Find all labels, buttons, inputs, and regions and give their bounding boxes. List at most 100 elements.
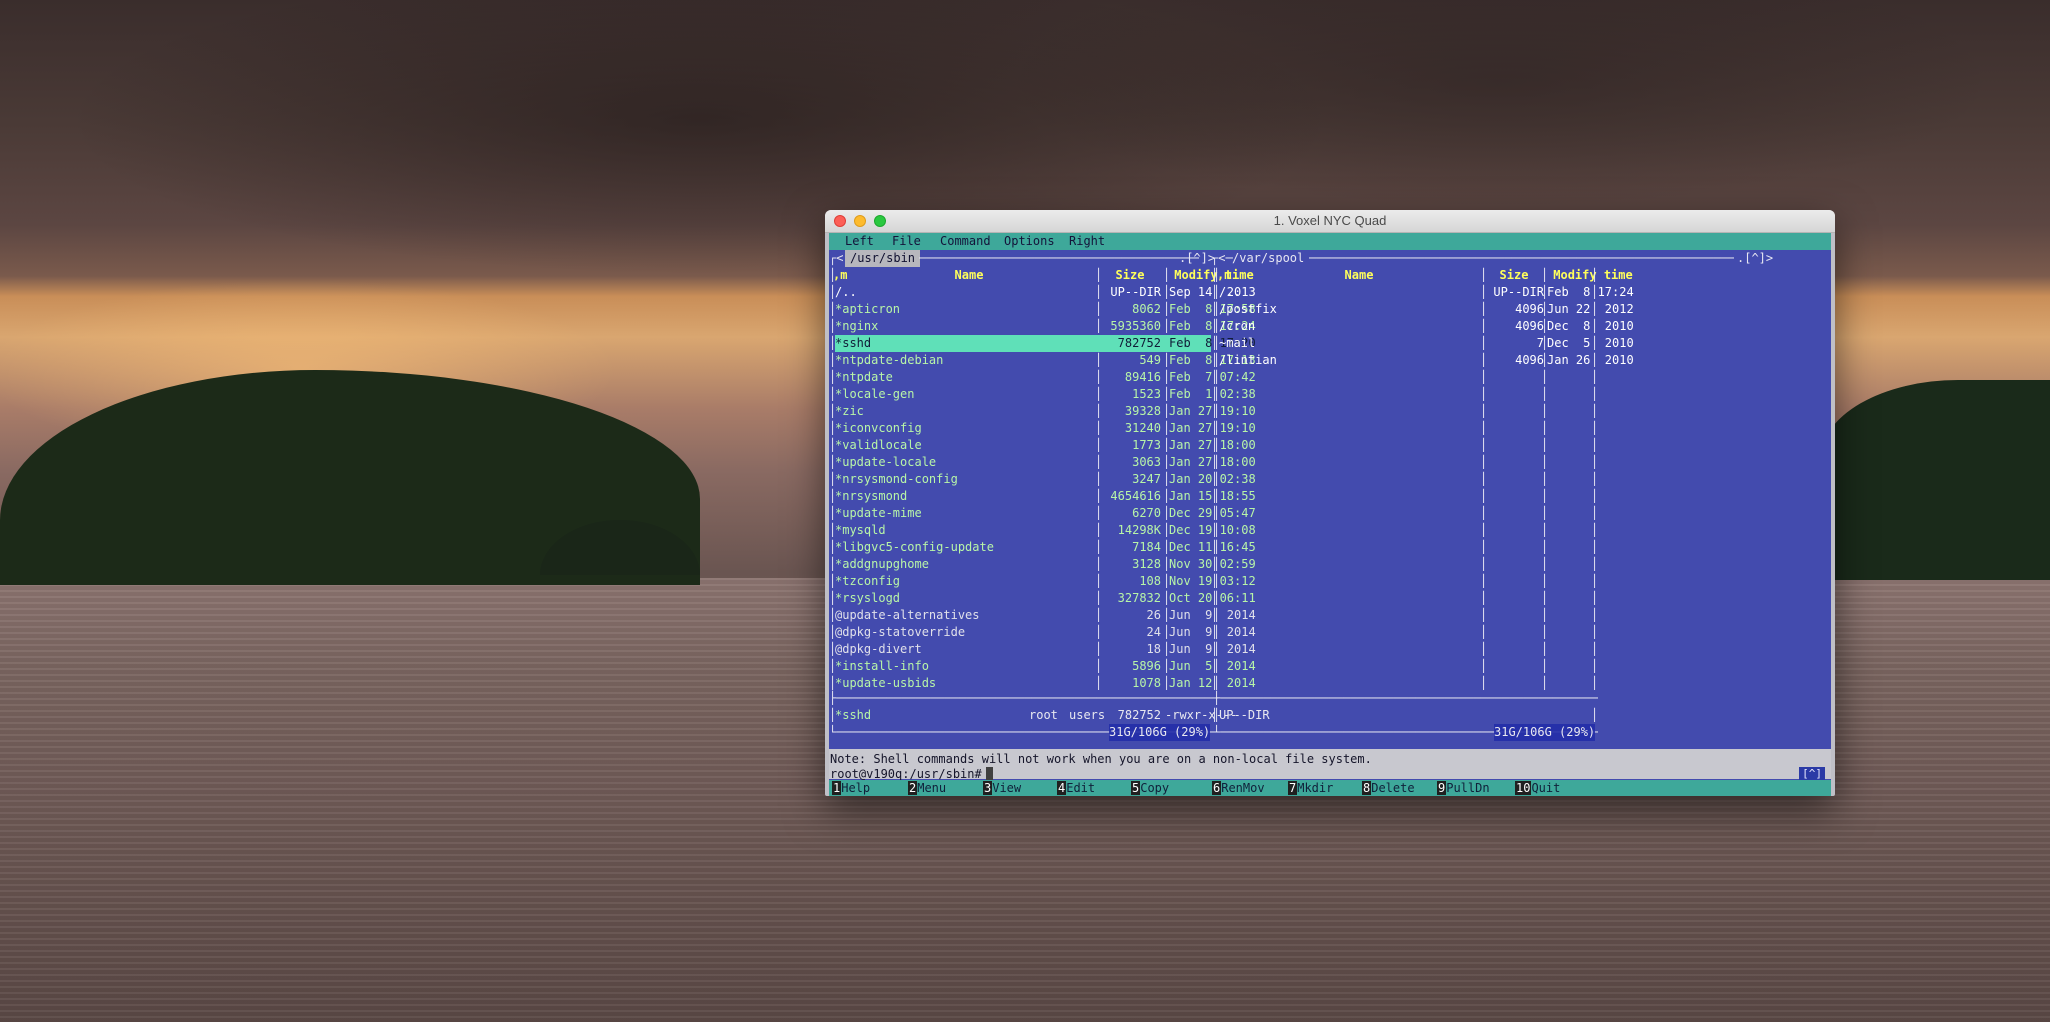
left-panel-corner[interactable]: .[^]> xyxy=(1179,250,1215,267)
right_panel-sep-size: │ xyxy=(1480,625,1488,639)
menu-options[interactable]: Options xyxy=(1004,233,1055,250)
right-status-border-right: │ xyxy=(1591,708,1599,722)
left_panel-file-row[interactable]: /.. UP--DIR Sep 14 2013 xyxy=(835,284,1256,301)
fkey-label: Quit xyxy=(1531,781,1561,795)
right_panel-border-right: │ xyxy=(1591,472,1599,486)
file-mtime: Feb 8 17:24 xyxy=(1547,285,1634,299)
right_panel-sep-time: │ xyxy=(1541,438,1549,452)
left_panel-file-row[interactable]: *nginx 5935360 Feb 8 17:24 xyxy=(835,318,1256,335)
left_panel-file-row[interactable]: *validlocale 1773 Jan 27 18:00 xyxy=(835,437,1256,454)
fkey-number: 5 xyxy=(1131,781,1141,795)
right-panel-path[interactable]: /var/spool xyxy=(1232,250,1304,267)
left_panel-file-row[interactable]: *tzconfig 108 Nov 19 03:12 xyxy=(835,573,1256,590)
menu-right[interactable]: Right xyxy=(1069,233,1105,250)
left_panel-file-row[interactable]: @dpkg-divert 18 Jun 9 2014 xyxy=(835,641,1256,658)
fkey-pulldn[interactable]: 9PullDn xyxy=(1437,780,1490,796)
left_panel-file-row[interactable]: *locale-gen 1523 Feb 1 02:38 xyxy=(835,386,1256,403)
file-size: 7184 xyxy=(1132,540,1161,554)
shell-note: Note: Shell commands will not work when … xyxy=(830,752,1372,766)
right_panel-border-right: │ xyxy=(1591,506,1599,520)
right_panel-status-divider: ├───────────────────────────────────────… xyxy=(1213,691,1598,705)
file-name: @dpkg-statoverride xyxy=(835,625,966,639)
right_panel-file-row[interactable]: ~mail 7 Dec 5 2010 xyxy=(1219,335,1634,352)
menu-file[interactable]: File xyxy=(892,233,921,250)
fkey-edit[interactable]: 4Edit xyxy=(1057,780,1095,796)
left-panel-top-line: ──────────────────────────────────────── xyxy=(919,251,1199,265)
right_panel-sep-time: │ xyxy=(1541,625,1549,639)
right_panel-border-left: │ xyxy=(1213,523,1221,537)
fkey-quit[interactable]: 10Quit xyxy=(1515,780,1560,796)
right_panel-border-right: │ xyxy=(1591,659,1599,673)
right_panel-border-right: │ xyxy=(1591,642,1599,656)
file-size: 327832 xyxy=(1117,591,1161,605)
right_panel-border-right: │ xyxy=(1591,608,1599,622)
left_panel-file-row[interactable]: *addgnupghome 3128 Nov 30 02:59 xyxy=(835,556,1256,573)
left_panel-file-row[interactable]: *update-locale 3063 Jan 27 18:00 xyxy=(835,454,1256,471)
right_panel-border-left: │ xyxy=(1213,421,1221,435)
right_panel-file-row[interactable]: /.. UP--DIR Feb 8 17:24 xyxy=(1219,284,1634,301)
right_panel-border-right: │ xyxy=(1591,574,1599,588)
left_panel-file-row[interactable]: @dpkg-statoverride 24 Jun 9 2014 xyxy=(835,624,1256,641)
fkey-delete[interactable]: 8Delete xyxy=(1362,780,1415,796)
right_panel-border-left: │ xyxy=(1213,659,1221,673)
right_panel-sep-time: │ xyxy=(1541,523,1549,537)
file-name: /.. xyxy=(835,285,857,299)
fkey-view[interactable]: 3View xyxy=(983,780,1021,796)
fkey-copy[interactable]: 5Copy xyxy=(1131,780,1169,796)
fkey-number: 10 xyxy=(1515,781,1532,795)
right_panel-sep-size: │ xyxy=(1480,472,1488,486)
menu-command[interactable]: Command xyxy=(940,233,991,250)
fkey-number: 4 xyxy=(1057,781,1067,795)
fkey-help[interactable]: 1Help xyxy=(832,780,870,796)
wallpaper-hill xyxy=(1820,380,2050,580)
file-name: @update-alternatives xyxy=(835,608,980,622)
left_panel-file-row[interactable]: *rsyslogd 327832 Oct 20 06:11 xyxy=(835,590,1256,607)
left_panel-file-row[interactable]: *ntpdate 89416 Feb 7 07:42 xyxy=(835,369,1256,386)
right_panel-sep-size: │ xyxy=(1480,506,1488,520)
left_panel-file-row[interactable]: *ntpdate-debian 549 Feb 8 17:13 xyxy=(835,352,1256,369)
text-cursor xyxy=(985,767,993,780)
left_panel-status-divider: ├───────────────────────────────────────… xyxy=(829,691,1218,705)
right_panel-border-left: │ xyxy=(1213,472,1221,486)
fkey-number: 1 xyxy=(832,781,842,795)
left_panel-file-row[interactable]: *mysqld 14298K Dec 19 10:08 xyxy=(835,522,1256,539)
right_panel-border-right: │ xyxy=(1591,557,1599,571)
right_panel-border-left: │ xyxy=(1213,506,1221,520)
right_panel-file-row[interactable]: /cron 4096 Dec 8 2010 xyxy=(1219,318,1634,335)
right_panel-file-row[interactable]: /postfix 4096 Jun 22 2012 xyxy=(1219,301,1634,318)
right_panel-border-right: │ xyxy=(1591,404,1599,418)
fkey-menu[interactable]: 2Menu xyxy=(908,780,946,796)
right_panel-sep-size: │ xyxy=(1480,404,1488,418)
left_panel-file-row[interactable]: *apticron 8062 Feb 8 17:58 xyxy=(835,301,1256,318)
right_panel-sep-time: │ xyxy=(1541,489,1549,503)
right-panel-corner[interactable]: .[^]> xyxy=(1737,250,1773,267)
fkey-mkdir[interactable]: 7Mkdir xyxy=(1288,780,1333,796)
menu-left[interactable]: Left xyxy=(845,233,874,250)
file-name: /cron xyxy=(1219,319,1256,333)
fkey-renmov[interactable]: 6RenMov xyxy=(1212,780,1265,796)
file-name: *iconvconfig xyxy=(835,421,922,435)
left_panel-file-row[interactable]: @update-alternatives 26 Jun 9 2014 xyxy=(835,607,1256,624)
left_panel-file-row[interactable]: *zic 39328 Jan 27 19:10 xyxy=(835,403,1256,420)
left_panel-file-row[interactable]: *nrsysmond-config 3247 Jan 20 02:38 xyxy=(835,471,1256,488)
file-name: *ntpdate-debian xyxy=(835,353,944,367)
fkey-number: 3 xyxy=(983,781,993,795)
right_panel-border-right: │ xyxy=(1591,591,1599,605)
right_panel-sep-size: │ xyxy=(1480,421,1488,435)
left_panel-file-row[interactable]: *nrsysmond 4654616 Jan 15 18:55 xyxy=(835,488,1256,505)
file-size: 3128 xyxy=(1132,557,1161,571)
left_panel-file-row[interactable]: *libgvc5-config-update 7184 Dec 11 16:45 xyxy=(835,539,1256,556)
fkey-number: 2 xyxy=(908,781,918,795)
left_panel-file-row[interactable]: *iconvconfig 31240 Jan 27 19:10 xyxy=(835,420,1256,437)
left_panel-file-row[interactable]: *install-info 5896 Jun 5 2014 xyxy=(835,658,1256,675)
window-titlebar[interactable]: 1. Voxel NYC Quad xyxy=(825,210,1835,233)
fkey-label: Mkdir xyxy=(1297,781,1334,795)
file-name: /.. xyxy=(1219,285,1241,299)
left_panel-file-row[interactable]: *update-mime 6270 Dec 29 05:47 xyxy=(835,505,1256,522)
prompt-corner[interactable]: [^] xyxy=(1799,767,1825,781)
right_panel-file-row[interactable]: /lintian 4096 Jan 26 2010 xyxy=(1219,352,1634,369)
right_panel-border-left: │ xyxy=(1213,574,1221,588)
left_panel-file-row[interactable]: *sshd 782752 Feb 8 17:20 xyxy=(835,335,1256,352)
right_panel-border-right: │ xyxy=(1591,455,1599,469)
left-panel-path[interactable]: /usr/sbin xyxy=(845,250,921,267)
